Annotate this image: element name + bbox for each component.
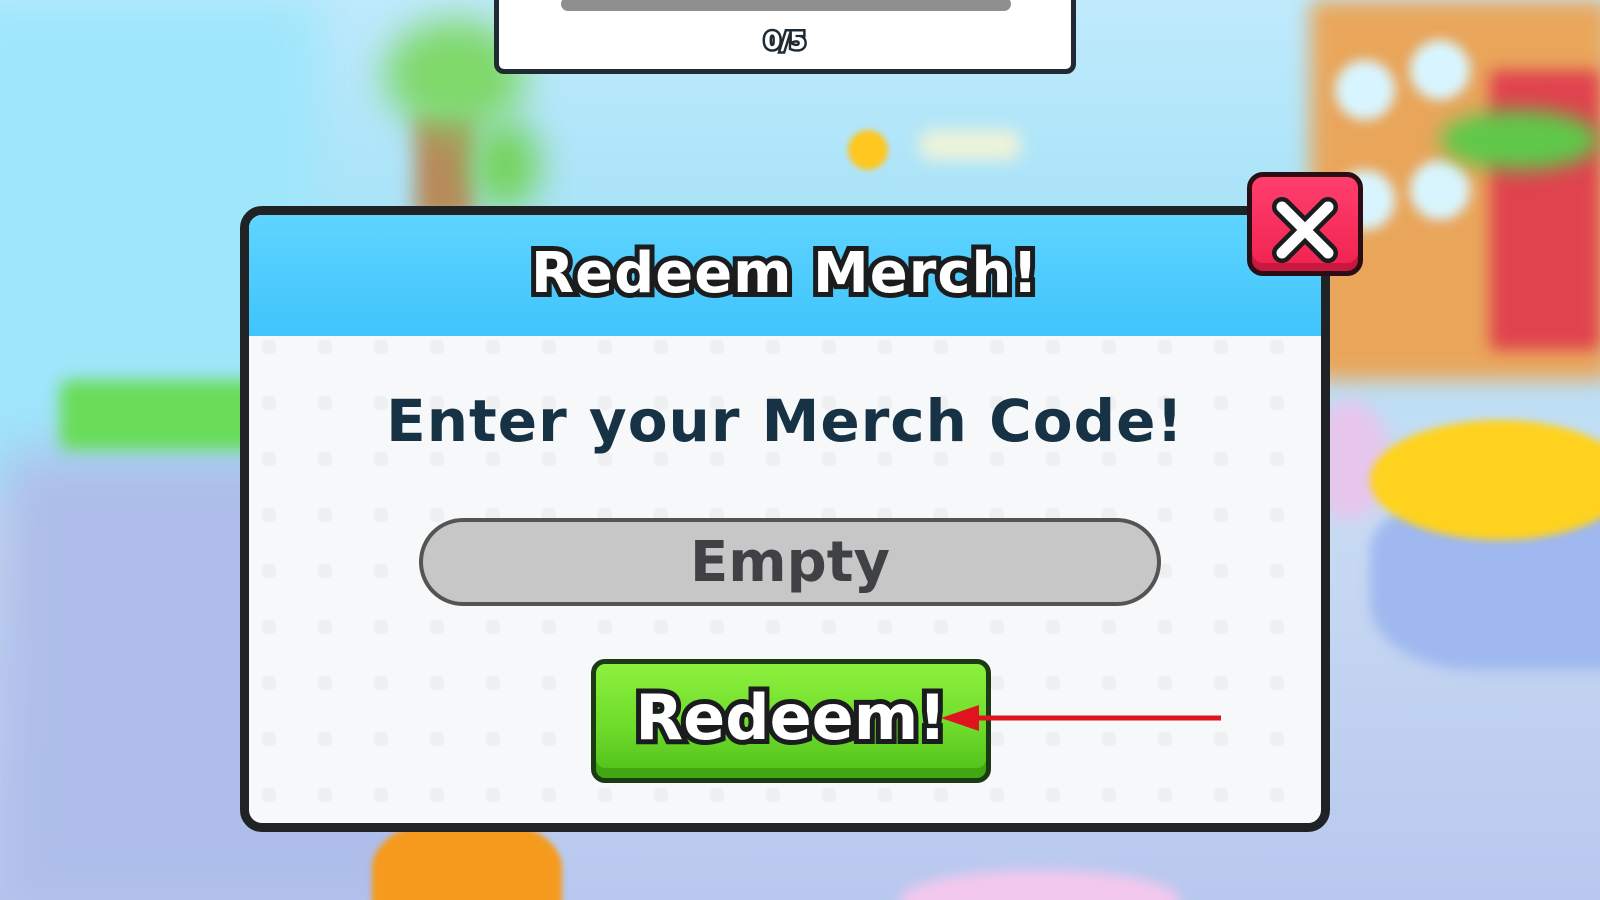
quest-progress-count: 0/5 bbox=[761, 25, 808, 58]
background-tree-foliage-small bbox=[470, 120, 540, 210]
background-coin-bar bbox=[920, 130, 1020, 160]
game-viewport: 0/5 Redeem Merch! Enter your Merch Code!… bbox=[0, 0, 1600, 900]
background-pink-object bbox=[900, 870, 1180, 900]
background-grass-patch bbox=[60, 380, 270, 450]
quest-progress-panel: 0/5 bbox=[494, 0, 1076, 74]
red-arrow-annotation bbox=[941, 705, 1221, 731]
close-button[interactable] bbox=[1247, 172, 1363, 276]
background-window bbox=[1410, 40, 1470, 100]
fox-pet bbox=[372, 820, 562, 900]
dialog-header: Redeem Merch! bbox=[249, 215, 1321, 336]
merch-code-input[interactable] bbox=[419, 518, 1161, 606]
close-icon bbox=[1272, 197, 1338, 263]
quest-progress-bar bbox=[561, 0, 1011, 11]
redeem-merch-dialog: Redeem Merch! Enter your Merch Code! Red… bbox=[240, 206, 1330, 832]
redeem-button-label: Redeem! bbox=[630, 676, 951, 759]
background-coin-icon bbox=[848, 130, 888, 170]
redeem-button[interactable]: Redeem! bbox=[591, 659, 991, 783]
merch-code-prompt: Enter your Merch Code! bbox=[386, 387, 1184, 455]
dialog-title: Redeem Merch! bbox=[526, 236, 1043, 311]
arrow-head bbox=[941, 705, 979, 731]
background-window bbox=[1410, 160, 1470, 220]
background-window bbox=[1335, 60, 1395, 120]
background-vine bbox=[1440, 110, 1600, 170]
